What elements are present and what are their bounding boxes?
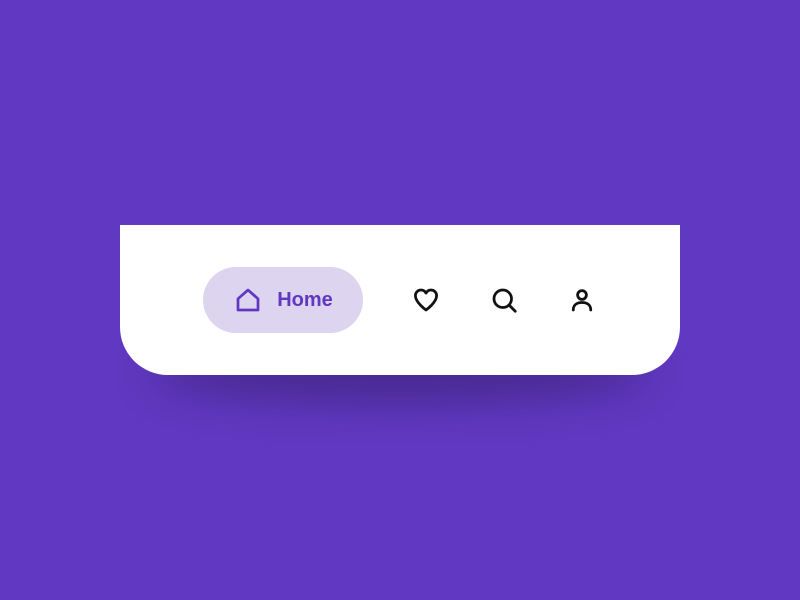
nav-item-favorites[interactable]: [411, 285, 441, 315]
home-icon: [233, 285, 263, 315]
user-icon: [567, 285, 597, 315]
heart-icon: [411, 285, 441, 315]
nav-item-home[interactable]: Home: [203, 267, 363, 333]
bottom-nav: Home: [120, 225, 680, 375]
nav-item-search[interactable]: [489, 285, 519, 315]
bottom-nav-container: Home: [120, 225, 680, 375]
nav-item-profile[interactable]: [567, 285, 597, 315]
search-icon: [489, 285, 519, 315]
nav-item-label: Home: [277, 289, 333, 312]
